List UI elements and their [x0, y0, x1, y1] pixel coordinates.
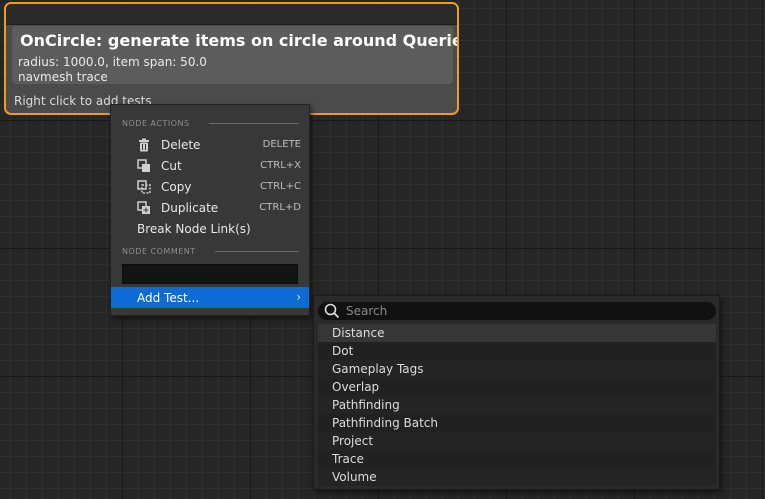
test-item-gameplay-tags[interactable]: Gameplay Tags — [318, 360, 716, 378]
shortcut-label: CTRL+D — [259, 202, 301, 213]
search-icon — [324, 303, 340, 319]
test-item-overlap[interactable]: Overlap — [318, 378, 716, 396]
node-detail-radius: radius: 1000.0, item span: 50.0 — [18, 55, 207, 69]
test-item-dot[interactable]: Dot — [318, 342, 716, 360]
eqs-generator-node[interactable]: OnCircle: generate items on circle aroun… — [4, 2, 459, 115]
node-detail-trace: navmesh trace — [18, 70, 108, 84]
menu-item-label: Delete — [161, 137, 201, 152]
context-menu: NODE ACTIONS Delete DELETE Cut CTRL+X Co… — [110, 104, 310, 316]
menu-item-copy[interactable]: Copy CTRL+C — [111, 176, 309, 197]
test-item-pathfinding-batch[interactable]: Pathfinding Batch — [318, 414, 716, 432]
copy-icon — [137, 179, 151, 194]
section-header-node-comment: NODE COMMENT — [122, 247, 196, 256]
node-body: OnCircle: generate items on circle aroun… — [12, 26, 457, 84]
shortcut-label: CTRL+X — [260, 160, 301, 171]
menu-item-break-node-links[interactable]: Break Node Link(s) — [111, 218, 309, 239]
shortcut-label: DELETE — [262, 139, 301, 150]
trash-icon — [137, 138, 151, 152]
shortcut-label: CTRL+C — [260, 181, 301, 192]
node-comment-input[interactable] — [122, 264, 298, 284]
menu-item-label: Add Test... — [137, 290, 200, 305]
menu-item-label: Duplicate — [161, 200, 219, 215]
menu-item-add-test[interactable]: Add Test... › — [111, 287, 309, 308]
menu-item-duplicate[interactable]: Duplicate CTRL+D — [111, 197, 309, 218]
menu-item-cut[interactable]: Cut CTRL+X — [111, 155, 309, 176]
menu-item-delete[interactable]: Delete DELETE — [111, 134, 309, 155]
chevron-right-icon: › — [296, 290, 301, 304]
test-item-trace[interactable]: Trace — [318, 450, 716, 468]
section-divider — [209, 123, 299, 124]
search-box[interactable] — [318, 302, 716, 320]
test-item-distance[interactable]: Distance — [318, 324, 716, 342]
menu-item-label: Break Node Link(s) — [137, 221, 251, 236]
node-title: OnCircle: generate items on circle aroun… — [20, 31, 459, 50]
test-item-project[interactable]: Project — [318, 432, 716, 450]
search-input[interactable] — [346, 304, 716, 318]
add-test-submenu: Distance Dot Gameplay Tags Overlap Pathf… — [313, 295, 720, 490]
menu-item-label: Copy — [161, 179, 192, 194]
cut-icon — [137, 158, 151, 173]
test-list: Distance Dot Gameplay Tags Overlap Pathf… — [318, 324, 716, 486]
test-item-pathfinding[interactable]: Pathfinding — [318, 396, 716, 414]
duplicate-icon — [137, 200, 151, 215]
section-divider — [215, 251, 299, 252]
menu-item-label: Cut — [161, 158, 182, 173]
test-item-volume[interactable]: Volume — [318, 468, 716, 486]
node-header-bar — [6, 4, 457, 25]
section-header-node-actions: NODE ACTIONS — [122, 119, 190, 128]
